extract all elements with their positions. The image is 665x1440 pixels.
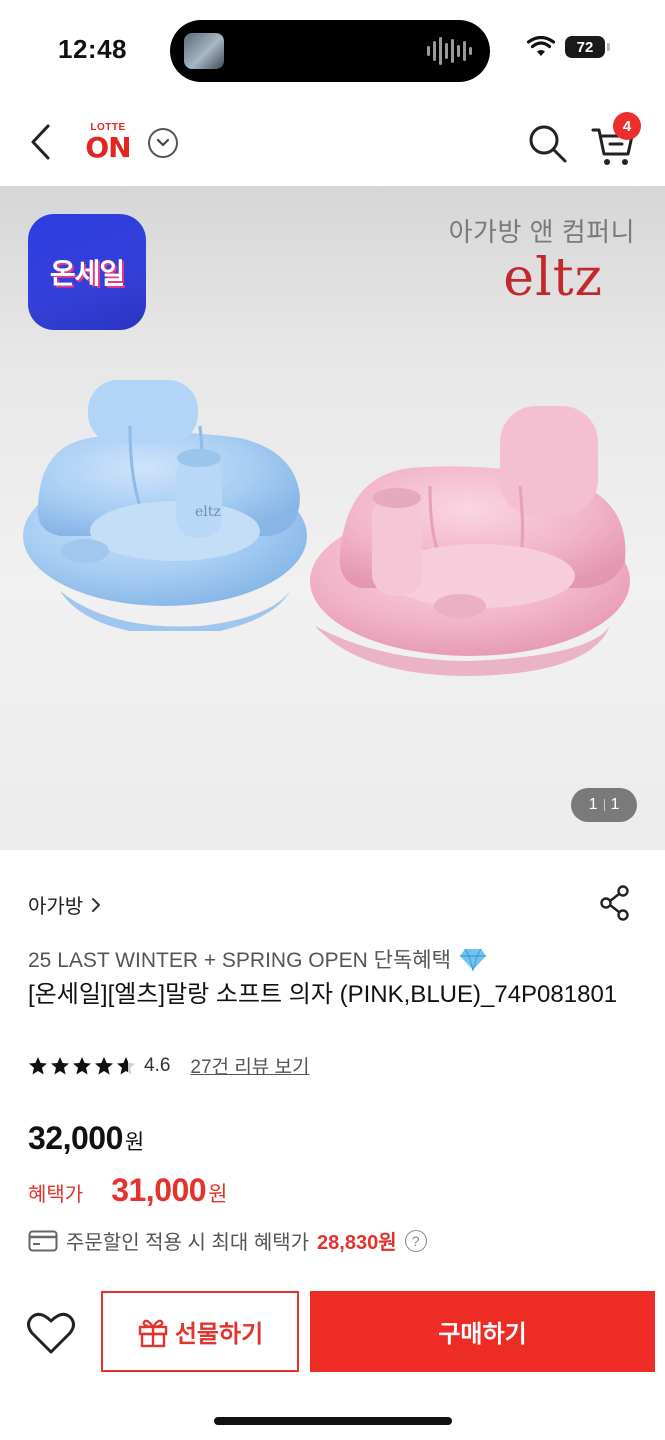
help-icon[interactable]: ? bbox=[404, 1229, 427, 1252]
brand-logo: eltz bbox=[503, 248, 603, 308]
search-icon[interactable] bbox=[526, 122, 568, 164]
price-value: 32,000 bbox=[28, 1120, 123, 1156]
brand-company-text: 아가방 앤 컴퍼니 bbox=[448, 217, 635, 247]
benefit-label: 혜택가 bbox=[28, 1184, 84, 1206]
review-link[interactable]: 27건 리뷰 보기 bbox=[190, 1052, 309, 1079]
star-icon bbox=[51, 1056, 69, 1074]
chevron-right-icon bbox=[92, 897, 101, 912]
status-icons: 72 bbox=[527, 36, 610, 58]
rating-stars bbox=[28, 1056, 136, 1076]
dynamic-island bbox=[170, 20, 490, 82]
status-bar: 12:48 72 bbox=[0, 0, 665, 100]
category-breadcrumb[interactable]: 아가방 bbox=[28, 890, 101, 919]
back-icon[interactable] bbox=[24, 120, 58, 164]
rating-value: 4.6 bbox=[144, 1054, 171, 1076]
price-unit: 원 bbox=[124, 1131, 145, 1154]
image-counter: 1 1 bbox=[571, 788, 637, 822]
star-icon bbox=[117, 1056, 135, 1074]
star-icon bbox=[29, 1056, 47, 1074]
app-header: LOTTE ON 4 bbox=[0, 100, 665, 186]
benefit-price-value: 31,000 bbox=[111, 1172, 207, 1208]
product-title: [온세일][엘츠]말랑 소프트 의자 (PINK,BLUE)_74P081801 bbox=[28, 981, 618, 1008]
credit-card-icon bbox=[28, 1230, 58, 1251]
star-icon bbox=[73, 1056, 91, 1074]
buy-button-label: 구매하기 bbox=[438, 1321, 527, 1348]
battery-indicator: 72 bbox=[565, 36, 610, 58]
chevron-down-icon bbox=[156, 138, 170, 147]
svg-text:eltz: eltz bbox=[195, 504, 221, 520]
rating-row: 4.6 27건 리뷰 보기 bbox=[28, 1052, 310, 1079]
share-icon[interactable] bbox=[598, 884, 632, 922]
onsale-badge-text: 온세일 bbox=[49, 257, 125, 290]
now-playing-thumbnail bbox=[184, 33, 224, 69]
benefit-price-unit: 원 bbox=[208, 1183, 228, 1206]
diamond-icon bbox=[459, 948, 486, 971]
wifi-icon bbox=[527, 36, 555, 56]
benefit-price: 혜택가 31,000 원 bbox=[28, 1172, 227, 1209]
star-icon bbox=[95, 1056, 113, 1074]
promo-text: 25 LAST WINTER + SPRING OPEN 단독혜택 bbox=[28, 944, 487, 974]
gift-button-label: 선물하기 bbox=[174, 1321, 264, 1348]
baby-chairs-illustration: eltz bbox=[23, 380, 630, 676]
card-benefit-row: 주문할인 적용 시 최대 혜택가 28,830원 ? bbox=[28, 1226, 427, 1255]
category-label: 아가방 bbox=[28, 896, 84, 918]
image-counter-total: 1 bbox=[610, 796, 620, 813]
lotte-on-logo[interactable]: LOTTE ON bbox=[80, 122, 136, 166]
buy-button[interactable]: 구매하기 bbox=[310, 1291, 655, 1372]
onsale-badge: 온세일 bbox=[28, 214, 146, 330]
home-indicator bbox=[214, 1417, 452, 1425]
mall-dropdown-button[interactable] bbox=[148, 128, 178, 158]
audio-wave-icon bbox=[427, 36, 472, 66]
image-counter-divider bbox=[603, 799, 605, 811]
product-image-carousel[interactable]: 온세일 아가방 앤 컴퍼니 eltz eltz 1 1 bbox=[0, 186, 665, 850]
promo-label: 25 LAST WINTER + SPRING OPEN 단독혜택 bbox=[28, 949, 451, 972]
original-price: 32,000 원 bbox=[28, 1120, 144, 1157]
gift-icon bbox=[138, 1319, 168, 1347]
heart-icon[interactable] bbox=[26, 1310, 76, 1356]
image-counter-current: 1 bbox=[588, 796, 598, 813]
cart-count-badge: 4 bbox=[613, 112, 641, 140]
logo-main-text: ON bbox=[85, 131, 131, 164]
card-benefit-amount: 28,830원 bbox=[317, 1232, 397, 1254]
status-time: 12:48 bbox=[58, 34, 127, 64]
card-benefit-text: 주문할인 적용 시 최대 혜택가 bbox=[66, 1232, 310, 1254]
gift-button[interactable]: 선물하기 bbox=[101, 1291, 299, 1372]
